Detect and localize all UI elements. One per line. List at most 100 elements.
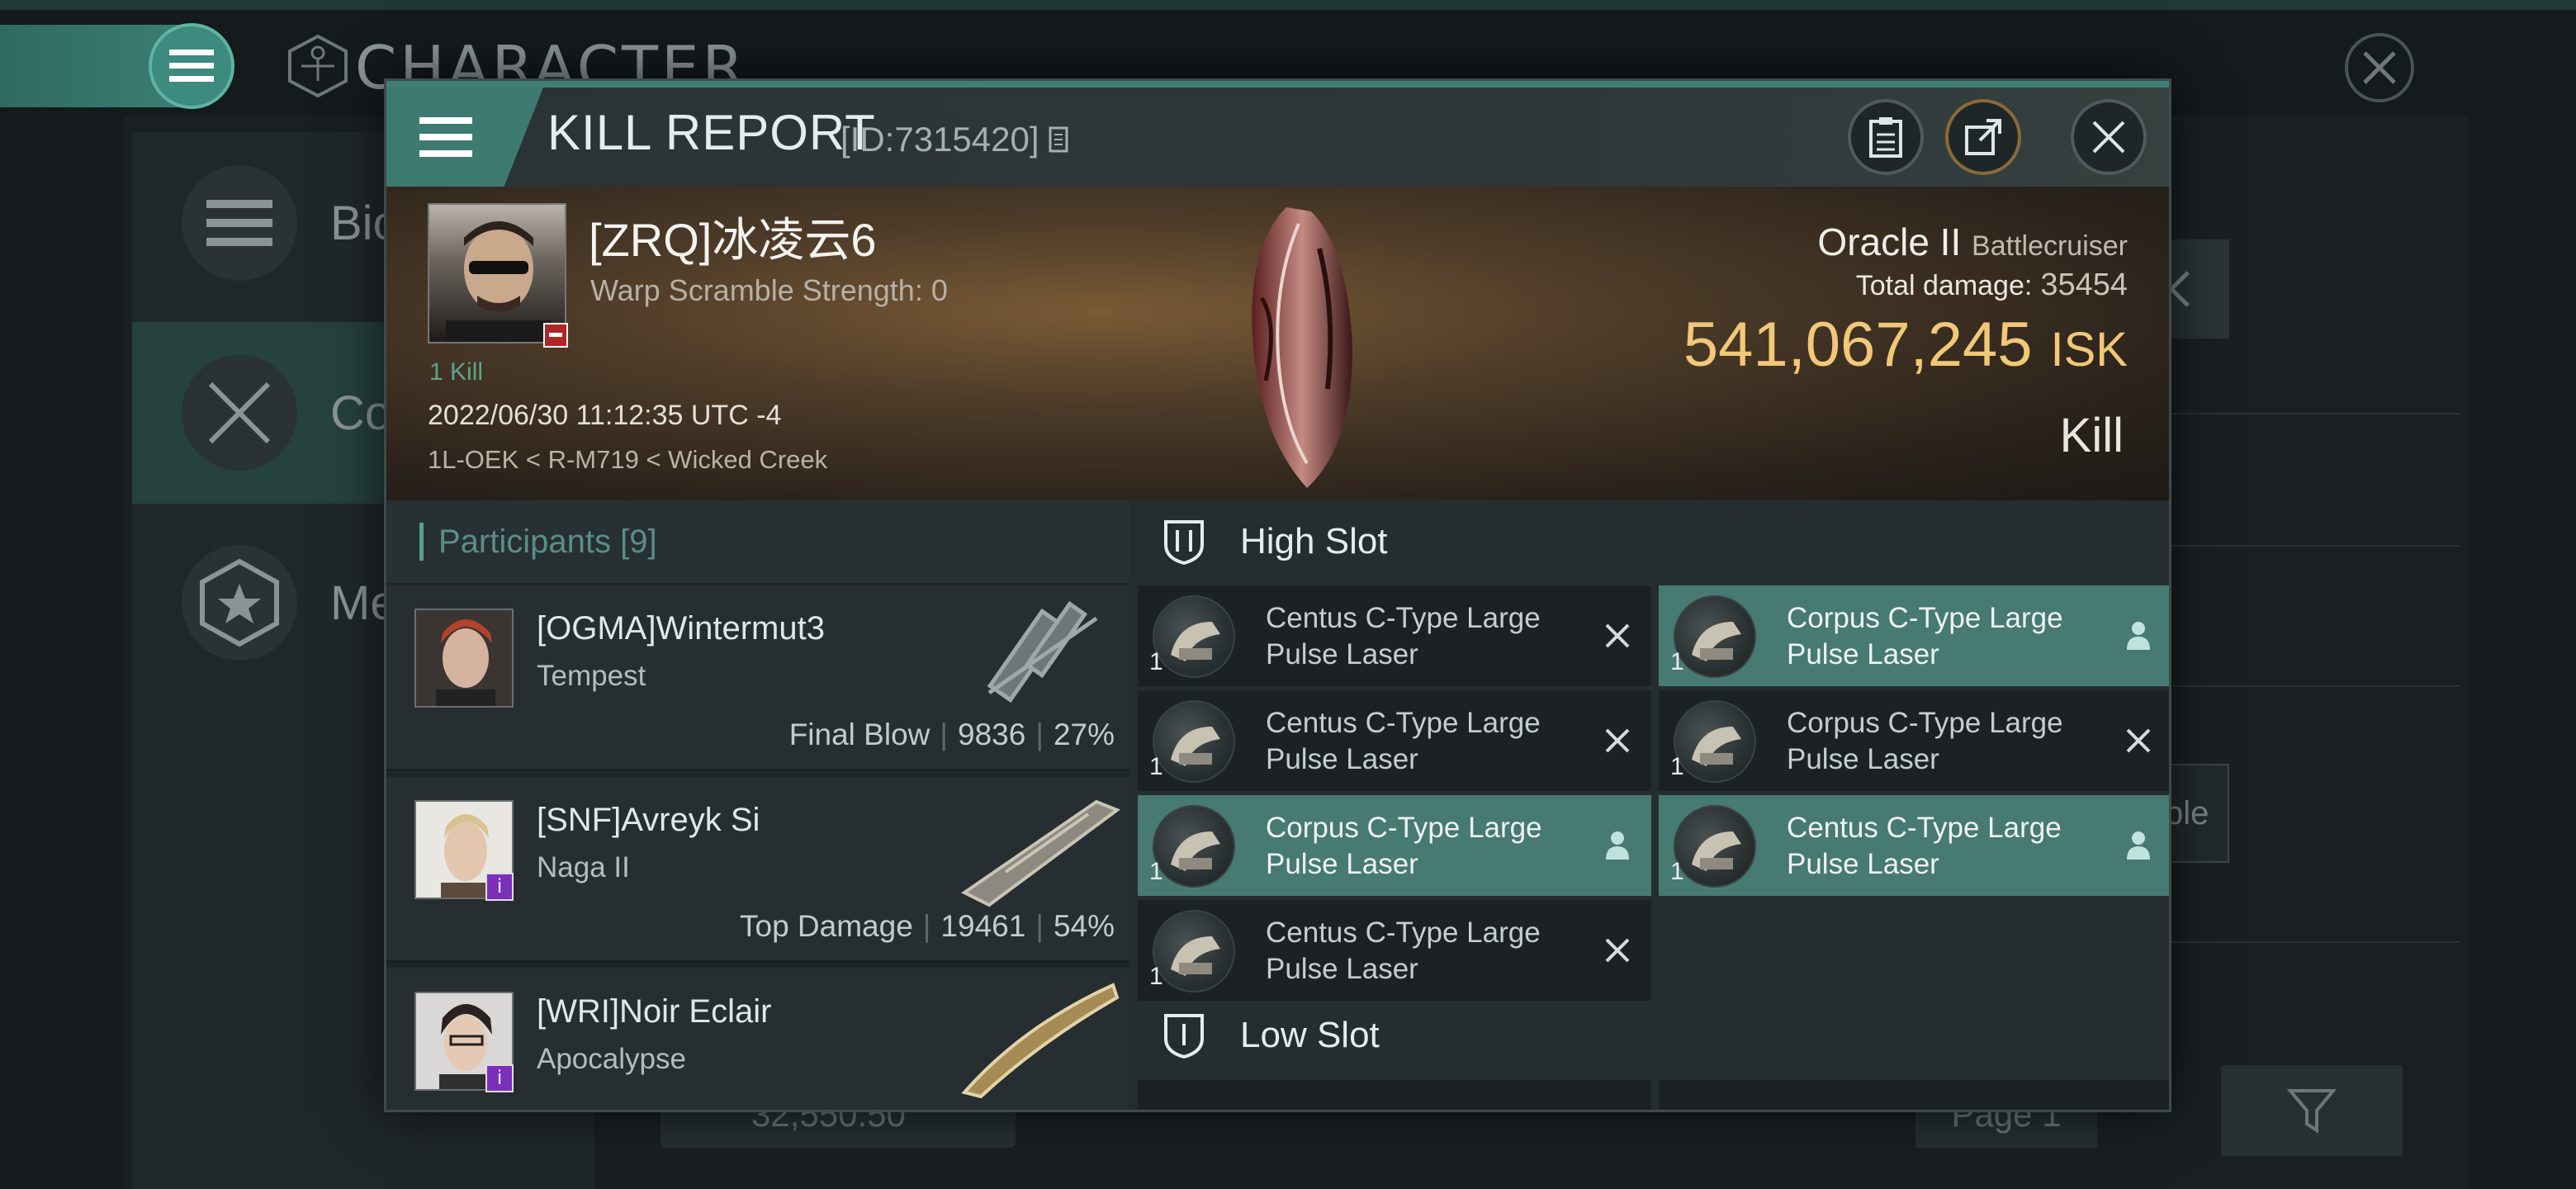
- participant-ship-image: [987, 600, 1098, 703]
- slot-item-name-line1: Centus C-Type Large: [1266, 707, 1541, 739]
- ship-name[interactable]: Oracle II Battlecruiser: [1817, 220, 2128, 264]
- medal-icon: [182, 545, 297, 661]
- corp-badge: i: [485, 1064, 514, 1092]
- participant-ship-image: [961, 983, 1120, 1099]
- participant-stats: Final Blow | 9836 | 27%: [788, 718, 1115, 751]
- participant-damage: 9836: [958, 718, 1026, 751]
- slot-item-name: Corpus C-Type Large Pulse Laser: [1266, 810, 1596, 883]
- report-result: Kill: [2059, 409, 2124, 462]
- slot-item[interactable]: 1 Centus C-Type Large Pulse Laser: [1138, 690, 1651, 791]
- slot-item[interactable]: 1 Corpus C-Type Large Pulse Laser: [1659, 690, 2169, 791]
- slot-item-name-line2: Pulse Laser: [1266, 848, 1418, 880]
- low-slot-icon: [1164, 1014, 1204, 1059]
- isk-amount: 541,067,245: [1683, 310, 2033, 380]
- participant-ship: Apocalypse: [537, 1043, 686, 1075]
- clipboard-button[interactable]: [1848, 99, 1924, 175]
- slot-item-name-line1: Centus C-Type Large: [1787, 812, 2062, 844]
- slot-item-name: Centus C-Type Large Pulse Laser: [1266, 705, 1596, 778]
- combat-icon: [182, 355, 297, 471]
- header-accent: [419, 523, 424, 561]
- slot-item-name: Centus C-Type Large Pulse Laser: [1266, 600, 1596, 673]
- participant-damage: 19461: [940, 909, 1026, 943]
- participant-row[interactable]: i [WRI]Noir Eclair Apocalypse: [386, 969, 1129, 1110]
- slot-item[interactable]: 1 Centus C-Type Large Pulse Laser: [1138, 900, 1651, 1001]
- warp-scramble-strength: Warp Scramble Strength: 0: [590, 273, 948, 307]
- participants-header: Participants [9]: [386, 500, 1129, 583]
- participant-row[interactable]: [OGMA]Wintermut3 Tempest Final Blow | 9836…: [386, 585, 1129, 771]
- dropped-person-icon: [2123, 830, 2154, 861]
- slot-item[interactable]: 1 Centus C-Type Large Pulse Laser: [1659, 795, 2169, 896]
- standing-badge: [543, 323, 568, 348]
- participant-ship: Naga II: [537, 851, 630, 883]
- kill-report-id[interactable]: [ID:7315420]: [841, 120, 1070, 159]
- slot-quantity: 1: [1670, 858, 1684, 885]
- participant-name: [OGMA]Wintermut3: [537, 610, 825, 647]
- slot-item[interactable]: [1659, 1080, 2169, 1110]
- bio-icon: [182, 165, 297, 281]
- slot-item-name-line2: Pulse Laser: [1266, 638, 1418, 670]
- isk-value: 541,067,245 ISK: [1683, 309, 2128, 381]
- fitting-panel: High Slot 1 Centus C-Type Large Pulse Lase…: [1136, 500, 2169, 1110]
- slot-item-name-line1: Centus C-Type Large: [1266, 602, 1541, 634]
- corp-badge: i: [485, 873, 514, 901]
- kill-report-id-text: [ID:7315420]: [841, 120, 1039, 159]
- kill-location[interactable]: 1L-OEK < R-M719 < Wicked Creek: [428, 445, 827, 475]
- main-menu-button[interactable]: [149, 23, 234, 109]
- slot-item-name-line2: Pulse Laser: [1787, 743, 1939, 775]
- slot-item-name-line1: Corpus C-Type Large: [1266, 812, 1542, 844]
- participant-stats: Top Damage | 19461 | 54%: [740, 909, 1115, 943]
- slot-item-name-line2: Pulse Laser: [1787, 638, 1939, 670]
- screen-close-button[interactable]: [2345, 33, 2414, 102]
- participant-percent: 54%: [1053, 909, 1115, 943]
- destroyed-x-icon: [1602, 620, 1633, 651]
- destroyed-x-icon: [1602, 725, 1633, 756]
- kill-datetime: 2022/06/30 11:12:35 UTC -4: [428, 400, 782, 431]
- top-bar: [0, 0, 2576, 10]
- isk-unit: ISK: [2050, 323, 2129, 377]
- close-icon: [2363, 51, 2396, 84]
- character-icon: [288, 34, 348, 98]
- dropped-person-icon: [1602, 830, 1633, 861]
- total-damage: Total damage: 35454: [1856, 268, 2128, 303]
- slot-quantity: 1: [1670, 753, 1684, 780]
- slot-item-name: Centus C-Type Large Pulse Laser: [1266, 915, 1596, 988]
- share-button[interactable]: [1945, 99, 2021, 175]
- victim-banner: [ZRQ]冰凌云6 Warp Scramble Strength: 0 1 Ki…: [386, 187, 2169, 500]
- slot-item-name: Centus C-Type Large Pulse Laser: [1787, 810, 2117, 883]
- slot-item-name-line2: Pulse Laser: [1787, 848, 1939, 880]
- total-damage-label: Total damage:: [1855, 270, 2033, 301]
- slot-quantity: 1: [1149, 963, 1163, 990]
- dialog-title: KILL REPORT: [547, 105, 876, 160]
- slot-quantity: 1: [1670, 648, 1684, 675]
- victim-name: [ZRQ]冰凌云6: [589, 214, 877, 266]
- slot-quantity: 1: [1149, 648, 1163, 675]
- share-icon: [1965, 119, 2001, 155]
- clipboard-icon: [1869, 117, 1902, 158]
- slot-item-name-line2: Pulse Laser: [1266, 743, 1418, 775]
- destroyed-x-icon: [2123, 725, 2154, 756]
- slot-item[interactable]: 1 Corpus C-Type Large Pulse Laser: [1659, 585, 2169, 686]
- slot-item-name-line1: Corpus C-Type Large: [1787, 602, 2063, 634]
- participant-avatar: [414, 609, 514, 708]
- filter-button[interactable]: [2221, 1065, 2403, 1156]
- pulse-laser-icon: [1674, 700, 1756, 783]
- participant-row[interactable]: i [SNF]Avreyk Si Naga II Top Damage | 1946…: [386, 777, 1129, 963]
- slot-item-name: Corpus C-Type Large Pulse Laser: [1787, 600, 2117, 673]
- slot-quantity: 1: [1149, 858, 1163, 885]
- slot-item[interactable]: [1138, 1080, 1651, 1110]
- kill-count: 1 Kill: [429, 358, 484, 386]
- kill-report-dialog: KILL REPORT [ID:7315420] [ZRQ]冰凌云6 Warp …: [384, 78, 2171, 1112]
- participant-role: Final Blow: [788, 718, 930, 751]
- slot-item[interactable]: 1 Corpus C-Type Large Pulse Laser: [1138, 795, 1651, 896]
- dialog-close-button[interactable]: [2071, 99, 2147, 175]
- filter-icon: [2287, 1089, 2337, 1134]
- high-slot-icon: [1164, 520, 1204, 565]
- dialog-accent-bar: [386, 81, 2169, 88]
- slot-item[interactable]: 1 Centus C-Type Large Pulse Laser: [1138, 585, 1651, 686]
- dropped-person-icon: [2123, 620, 2154, 651]
- high-slot-header: High Slot: [1136, 500, 2169, 583]
- pulse-laser-icon: [1153, 910, 1235, 992]
- pulse-laser-icon: [1153, 700, 1235, 783]
- participant-ship: Tempest: [537, 660, 646, 692]
- participant-name: [WRI]Noir Eclair: [537, 993, 772, 1030]
